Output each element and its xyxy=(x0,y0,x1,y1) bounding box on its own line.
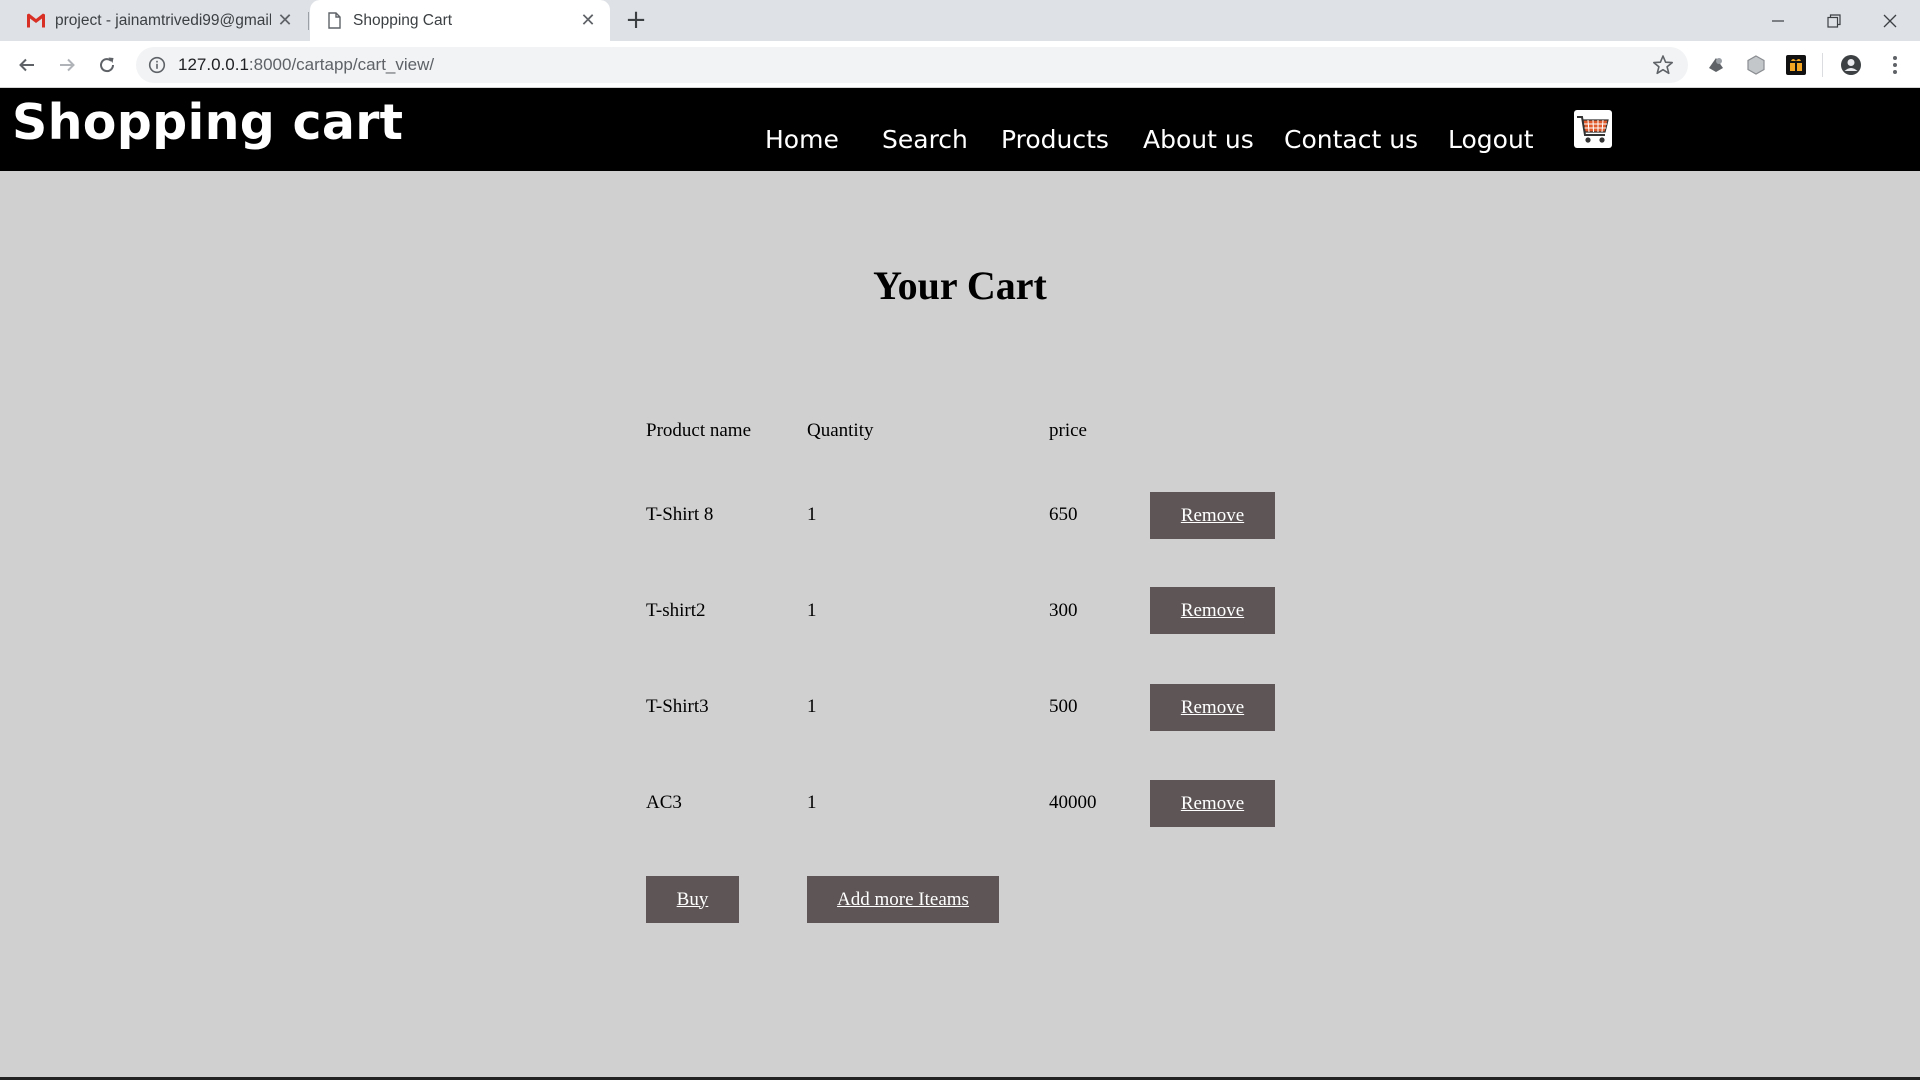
tab-title: Shopping Cart xyxy=(353,11,453,29)
product-name: AC3 xyxy=(646,792,682,813)
tab-title: project - jainamtrivedi99@gmail.com xyxy=(55,11,271,29)
page-icon xyxy=(328,12,341,29)
toolbar-separator xyxy=(1822,53,1823,77)
nav-contact-us[interactable]: Contact us xyxy=(1284,125,1418,154)
nav-home[interactable]: Home xyxy=(765,125,839,154)
cube-extension-icon[interactable] xyxy=(1745,54,1767,76)
back-button[interactable] xyxy=(12,50,42,80)
profile-avatar-icon[interactable] xyxy=(1840,54,1862,76)
close-icon[interactable]: ✕ xyxy=(578,10,598,30)
remove-button[interactable]: Remove xyxy=(1150,587,1275,634)
extension-icon[interactable] xyxy=(1705,54,1727,76)
forward-button[interactable] xyxy=(52,50,82,80)
browser-toolbar: 127.0.0.1:8000/cartapp/cart_view/ xyxy=(0,41,1920,88)
product-quantity: 1 xyxy=(807,600,817,621)
new-tab-button[interactable]: + xyxy=(622,7,650,35)
column-header-quantity: Quantity xyxy=(807,420,874,441)
url-text[interactable]: 127.0.0.1:8000/cartapp/cart_view/ xyxy=(178,55,434,75)
gift-extension-icon[interactable] xyxy=(1785,54,1807,76)
menu-dots-icon[interactable] xyxy=(1884,54,1906,76)
site-brand[interactable]: Shopping cart xyxy=(12,94,403,151)
site-header: Shopping cart Home Search Products About… xyxy=(0,88,1920,171)
product-price: 40000 xyxy=(1049,792,1097,813)
star-icon[interactable] xyxy=(1652,54,1674,76)
close-icon[interactable]: ✕ xyxy=(275,10,295,30)
gmail-icon xyxy=(27,13,45,28)
tab-separator xyxy=(308,12,309,30)
product-price: 500 xyxy=(1049,696,1078,717)
reload-button[interactable] xyxy=(92,50,122,80)
nav-products[interactable]: Products xyxy=(1001,125,1109,154)
url-host: 127.0.0.1 xyxy=(178,55,249,74)
remove-button[interactable]: Remove xyxy=(1150,780,1275,827)
remove-button[interactable]: Remove xyxy=(1150,492,1275,539)
arrow-right-icon xyxy=(60,58,75,72)
close-icon xyxy=(1883,14,1897,27)
remove-button[interactable]: Remove xyxy=(1150,684,1275,731)
buy-button[interactable]: Buy xyxy=(646,876,739,923)
product-quantity: 1 xyxy=(807,504,817,525)
browser-tab-bar: project - jainamtrivedi99@gmail.com ✕ Sh… xyxy=(0,0,1920,41)
arrow-left-icon xyxy=(19,58,34,72)
url-path: :8000/cartapp/cart_view/ xyxy=(248,55,435,74)
column-header-product-name: Product name xyxy=(646,420,752,441)
tab-gmail[interactable]: project - jainamtrivedi99@gmail.com ✕ xyxy=(12,0,307,41)
restore-button[interactable] xyxy=(1806,0,1862,41)
address-bar[interactable]: 127.0.0.1:8000/cartapp/cart_view/ xyxy=(136,47,1688,83)
product-price: 650 xyxy=(1049,504,1078,525)
product-quantity: 1 xyxy=(807,792,817,813)
nav-logout[interactable]: Logout xyxy=(1448,125,1534,154)
shopping-cart-icon[interactable] xyxy=(1574,110,1612,148)
minimize-icon xyxy=(1772,19,1784,22)
product-price: 300 xyxy=(1049,600,1078,621)
product-name: T-Shirt3 xyxy=(646,696,709,717)
close-window-button[interactable] xyxy=(1862,0,1918,41)
reload-icon xyxy=(100,57,115,73)
column-header-price: price xyxy=(1049,420,1087,441)
product-quantity: 1 xyxy=(807,696,817,717)
product-name: T-Shirt 8 xyxy=(646,504,714,525)
info-icon[interactable] xyxy=(148,56,166,74)
minimize-button[interactable] xyxy=(1750,0,1806,41)
page-title: Your Cart xyxy=(873,263,1047,308)
add-more-items-button[interactable]: Add more Iteams xyxy=(807,876,999,923)
restore-icon xyxy=(1827,13,1841,28)
product-name: T-shirt2 xyxy=(646,600,706,621)
nav-about-us[interactable]: About us xyxy=(1143,125,1254,154)
tab-shopping-cart[interactable]: Shopping Cart ✕ xyxy=(310,0,610,41)
nav-search[interactable]: Search xyxy=(882,125,968,154)
